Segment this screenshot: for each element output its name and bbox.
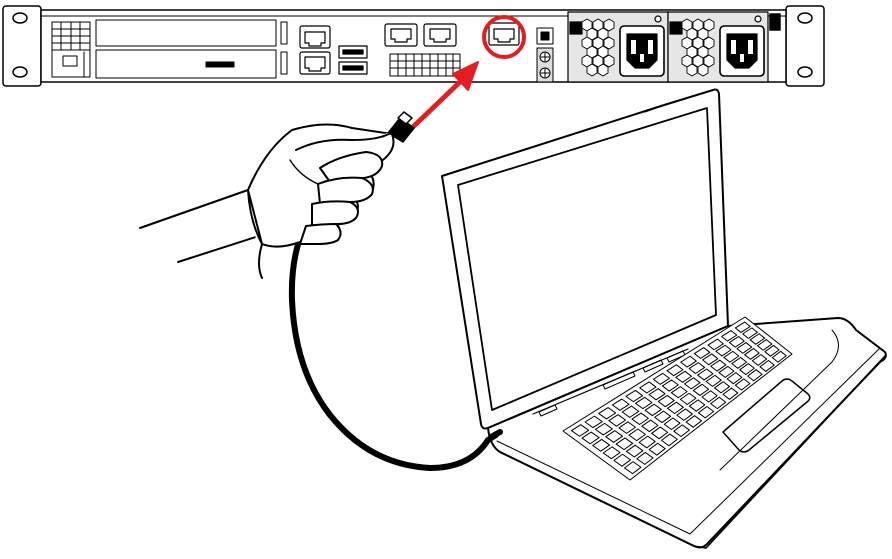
finger — [311, 200, 359, 227]
power-supply-icon — [567, 11, 669, 83]
rack-ear-right — [785, 5, 825, 87]
psu-latch — [769, 13, 781, 31]
rack-ear-left — [2, 5, 42, 87]
power-inlet-icon — [719, 25, 765, 77]
power-supply-icon — [667, 11, 769, 83]
management-ethernet-port — [488, 22, 520, 46]
server-rear-panel-icon — [2, 5, 825, 87]
power-inlet-icon — [619, 25, 665, 77]
sleeve — [139, 189, 249, 229]
hand-icon — [139, 123, 395, 279]
laptop-icon — [441, 88, 887, 549]
finger — [299, 223, 342, 245]
finger — [317, 176, 374, 205]
connection-diagram — [0, 0, 892, 559]
diagram-canvas — [2, 5, 887, 549]
